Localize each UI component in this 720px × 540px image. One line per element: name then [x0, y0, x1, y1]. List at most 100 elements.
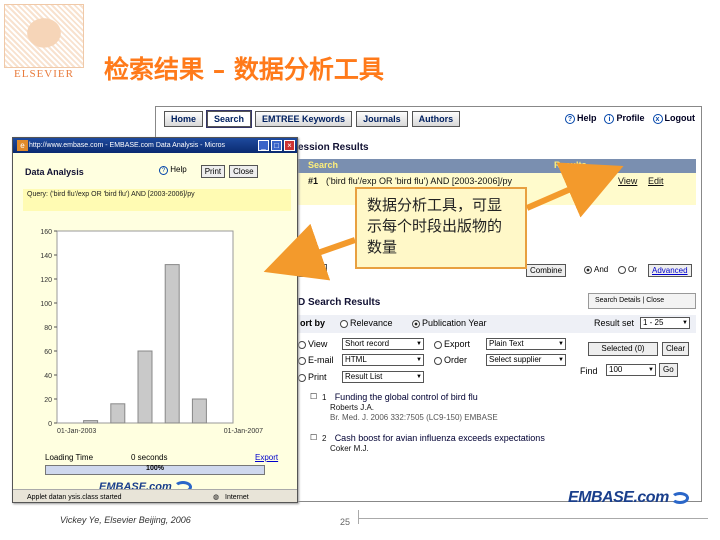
help-link[interactable]: ? Help	[564, 113, 596, 124]
progress-track: 100%	[45, 465, 265, 475]
record-checkbox-1[interactable]: ☐	[310, 392, 317, 402]
y-tick-label: 140	[40, 253, 52, 260]
popup-buttons: ? Help Print Close	[159, 165, 258, 178]
order-radio[interactable]	[434, 356, 442, 365]
and-radio[interactable]	[584, 265, 592, 274]
export-option[interactable]: Export	[432, 339, 470, 349]
result-set-select[interactable]: 1 - 25	[640, 317, 690, 329]
callout-box: 数据分析工具，可显示每个时段出版物的数量	[355, 187, 527, 269]
elsevier-logo: ELSEVIER	[4, 4, 84, 80]
y-tick-label: 160	[40, 229, 52, 236]
delete-button[interactable]: Delete	[296, 264, 328, 277]
record-authors: Roberts J.A.	[330, 403, 375, 412]
loading-bar: Loading Time 0 seconds Export 100%	[23, 445, 293, 479]
search-results-title: D Search Results	[298, 297, 381, 308]
and-option[interactable]: And	[582, 265, 608, 274]
bar	[110, 403, 126, 424]
nav-authors[interactable]: Authors	[411, 111, 461, 127]
print-select[interactable]: Result List	[342, 371, 424, 383]
top-nav: Home Search EMTREE Keywords Journals Aut…	[164, 110, 461, 128]
email-radio[interactable]	[298, 356, 306, 365]
clear-button[interactable]: Clear	[662, 342, 690, 356]
page-divider	[358, 510, 359, 524]
slide-title: 检索结果 – 数据分析工具	[104, 55, 384, 84]
or-radio[interactable]	[618, 265, 626, 274]
footer-credit: Vickey Ye, Elsevier Beijing, 2006	[60, 515, 191, 525]
data-analysis-icon[interactable]	[596, 174, 606, 184]
selected-count: Selected (0)	[588, 342, 658, 356]
relevance-option[interactable]: Relevance	[338, 318, 393, 328]
minimize-icon[interactable]: _	[258, 140, 269, 151]
result-set-label: Result set	[594, 318, 635, 328]
export-radio[interactable]	[434, 340, 442, 349]
x-end-label: 01-Jan-2007	[224, 428, 263, 435]
view-link[interactable]: View	[618, 176, 637, 186]
pub-year-radio[interactable]	[412, 319, 420, 328]
view-select[interactable]: Short record	[342, 338, 424, 350]
sort-bar: ort by Relevance Publication Year Result…	[296, 315, 696, 333]
popup-help-link[interactable]: ? Help	[159, 165, 187, 178]
nav-home[interactable]: Home	[164, 111, 204, 127]
popup-title-bar: http://www.embase.com - EMBASE.com Data …	[13, 138, 297, 153]
data-analysis-popup: http://www.embase.com - EMBASE.com Data …	[12, 137, 298, 503]
print-radio[interactable]	[298, 373, 306, 382]
close-icon[interactable]: ×	[284, 140, 295, 151]
col-search: Search	[308, 160, 339, 170]
popup-status-bar: Applet datan ysis.class started ◍ Intern…	[13, 489, 297, 502]
popup-close-button[interactable]: Close	[229, 165, 258, 178]
or-option[interactable]: Or	[616, 265, 637, 274]
globe-icon: ◍	[213, 494, 220, 501]
pub-year-option[interactable]: Publication Year	[410, 318, 487, 328]
y-tick-label: 100	[40, 301, 52, 308]
go-button[interactable]: Go	[659, 363, 678, 377]
record-number: 1	[322, 393, 327, 402]
record-number: 2	[322, 434, 327, 443]
result-record-1: ☐ 1 Funding the global control of bird f…	[310, 392, 696, 423]
export-link[interactable]: Export	[255, 453, 278, 462]
col-results: Results	[554, 160, 587, 170]
nav-search[interactable]: Search	[206, 110, 253, 128]
y-tick-label: 0	[48, 421, 52, 428]
loading-seconds: 0 seconds	[131, 453, 168, 462]
profile-icon: i	[604, 114, 615, 124]
popup-print-button[interactable]: Print	[200, 165, 226, 178]
y-tick-label: 40	[44, 373, 52, 380]
find-select[interactable]: 100	[606, 364, 656, 376]
order-select[interactable]: Select supplier	[486, 354, 566, 366]
help-icon: ?	[564, 114, 575, 124]
advanced-link[interactable]: Advanced	[648, 264, 692, 277]
maximize-icon[interactable]: □	[271, 140, 282, 151]
edit-link[interactable]: Edit	[648, 176, 664, 186]
nav-emtree[interactable]: EMTREE Keywords	[255, 111, 353, 127]
embase-swoosh-icon	[670, 491, 689, 504]
help-icon: ?	[159, 166, 168, 175]
export-select[interactable]: Plain Text	[486, 338, 566, 350]
y-tick-label: 80	[44, 325, 52, 332]
record-authors: Coker M.J.	[330, 444, 369, 453]
email-select[interactable]: HTML	[342, 354, 424, 366]
result-record-2: ☐ 2 Cash boost for avian influenza excee…	[310, 433, 696, 454]
logout-icon: x	[652, 114, 663, 124]
view-option[interactable]: View	[296, 339, 327, 349]
session-results-title: ession Results	[298, 142, 369, 153]
email-option[interactable]: E-mail	[296, 355, 334, 365]
profile-link[interactable]: i Profile	[604, 113, 645, 124]
find-label: Find	[580, 366, 598, 376]
relevance-radio[interactable]	[340, 319, 348, 328]
search-details-tab[interactable]: Search Details | Close	[588, 293, 696, 309]
order-option[interactable]: Order	[432, 355, 467, 365]
y-tick-label: 120	[40, 277, 52, 284]
combine-button[interactable]: Combine	[526, 264, 567, 277]
record-title-link[interactable]: Funding the global control of bird flu	[335, 392, 478, 402]
print-option[interactable]: Print	[296, 372, 327, 382]
nav-journals[interactable]: Journals	[356, 111, 408, 127]
progress-text: 100%	[146, 465, 164, 472]
history-row-num: #1	[308, 176, 319, 186]
logo-text: ELSEVIER	[14, 68, 74, 80]
publication-chart: 020406080100120140160 01-Jan-2003 01-Jan-…	[40, 229, 263, 435]
view-radio[interactable]	[298, 340, 306, 349]
logout-link[interactable]: x Logout	[652, 113, 695, 124]
record-checkbox-2[interactable]: ☐	[310, 433, 317, 443]
data-analysis-title: Data Analysis	[25, 167, 84, 177]
record-title-link[interactable]: Cash boost for avian influenza exceeds e…	[335, 433, 545, 443]
